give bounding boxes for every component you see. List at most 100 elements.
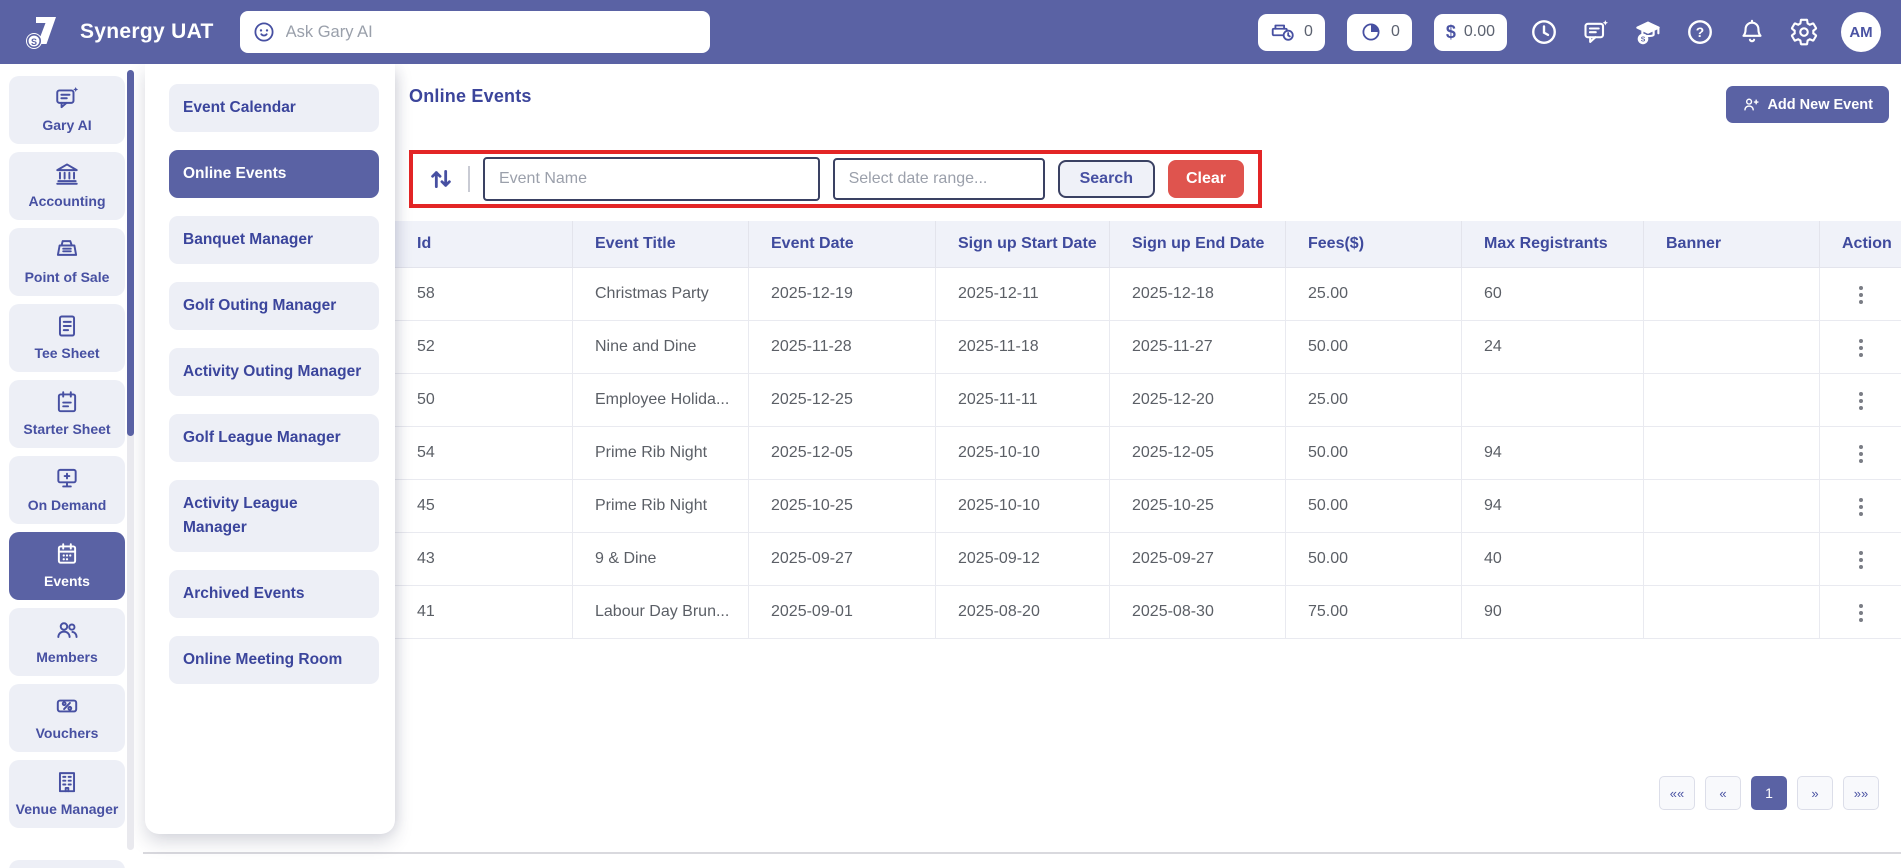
submenu-item[interactable]: Archived Events: [169, 570, 379, 618]
time-count-badge[interactable]: 0: [1347, 14, 1412, 51]
cell-event-date: 2025-09-27: [749, 532, 936, 585]
ask-gary-search[interactable]: [240, 11, 710, 53]
cell-fees: 75.00: [1286, 585, 1462, 638]
cell-signup-end-date: 2025-08-30: [1110, 585, 1286, 638]
clock-icon[interactable]: [1529, 17, 1559, 47]
cell-banner: [1644, 373, 1820, 426]
cell-max-registrants: 40: [1462, 532, 1644, 585]
column-header: Sign up Start Date: [936, 221, 1110, 267]
cell-max-registrants: 94: [1462, 479, 1644, 532]
row-actions-kebab-icon[interactable]: [1853, 439, 1869, 469]
row-actions-kebab-icon[interactable]: [1853, 280, 1869, 310]
column-header: Action: [1820, 221, 1901, 267]
sidebar-item[interactable]: Starter Sheet: [9, 380, 125, 448]
balance-badge[interactable]: $ 0.00: [1434, 14, 1507, 51]
ask-gary-input[interactable]: [286, 23, 698, 42]
pos-count-badge[interactable]: 0: [1258, 14, 1325, 51]
row-actions-kebab-icon[interactable]: [1853, 598, 1869, 628]
event-name-input[interactable]: [483, 157, 820, 201]
sidebar-item[interactable]: Events: [9, 532, 125, 600]
sidebar-item[interactable]: Vouchers: [9, 684, 125, 752]
sidebar-scrollbar-thumb[interactable]: [127, 70, 134, 436]
help-icon[interactable]: ?: [1685, 17, 1715, 47]
learning-icon[interactable]: S: [1633, 17, 1663, 47]
user-avatar[interactable]: AM: [1841, 12, 1881, 52]
cell-signup-start-date: 2025-10-10: [936, 426, 1110, 479]
row-actions-kebab-icon[interactable]: [1853, 492, 1869, 522]
cell-fees: 50.00: [1286, 426, 1462, 479]
submenu-item[interactable]: Golf League Manager: [169, 414, 379, 462]
sidebar-item-label: Gary AI: [42, 116, 91, 134]
cell-signup-end-date: 2025-12-20: [1110, 373, 1286, 426]
cell-id: 41: [395, 585, 573, 638]
pagination-button[interactable]: »»: [1843, 776, 1879, 810]
row-actions-kebab-icon[interactable]: [1853, 545, 1869, 575]
cell-id: 52: [395, 320, 573, 373]
pagination-button[interactable]: ««: [1659, 776, 1695, 810]
pagination-button[interactable]: 1: [1751, 776, 1787, 810]
search-button[interactable]: Search: [1058, 160, 1155, 198]
sidebar-scrollbar[interactable]: [127, 70, 134, 850]
sidebar-item[interactable]: Members: [9, 608, 125, 676]
sidebar-item[interactable]: Venue Manager: [9, 760, 125, 828]
cell-max-registrants: 24: [1462, 320, 1644, 373]
cell-action: [1820, 532, 1901, 585]
pagination: «« « 1 » »»: [1659, 776, 1879, 810]
submenu-item[interactable]: Golf Outing Manager: [169, 282, 379, 330]
cell-event-date: 2025-11-28: [749, 320, 936, 373]
submenu-item[interactable]: Event Calendar: [169, 84, 379, 132]
cell-id: 54: [395, 426, 573, 479]
cell-action: [1820, 267, 1901, 320]
settings-icon[interactable]: [1789, 17, 1819, 47]
row-actions-kebab-icon[interactable]: [1853, 333, 1869, 363]
main-content: Online Events Add New Event Search Clear…: [395, 64, 1901, 868]
sidebar-item[interactable]: Point of Sale: [9, 228, 125, 296]
sidebar-item[interactable]: On Demand: [9, 456, 125, 524]
date-range-input[interactable]: [833, 158, 1045, 200]
balance-value: 0.00: [1464, 23, 1495, 41]
cell-action: [1820, 426, 1901, 479]
table-header-row: IdEvent TitleEvent DateSign up Start Dat…: [395, 221, 1901, 267]
cell-max-registrants: [1462, 373, 1644, 426]
table-row: 52 Nine and Dine 2025-11-28 2025-11-18 2…: [395, 320, 1901, 373]
cell-fees: 50.00: [1286, 479, 1462, 532]
column-header: Event Date: [749, 221, 936, 267]
notifications-icon[interactable]: [1737, 17, 1767, 47]
person-plus-icon: [1742, 96, 1759, 113]
feedback-icon[interactable]: [1581, 17, 1611, 47]
cell-signup-start-date: 2025-10-10: [936, 479, 1110, 532]
cell-signup-start-date: 2025-11-18: [936, 320, 1110, 373]
cell-action: [1820, 320, 1901, 373]
submenu-item[interactable]: Online Meeting Room: [169, 636, 379, 684]
submenu-item[interactable]: Banquet Manager: [169, 216, 379, 264]
sidebar-item[interactable]: Gary AI: [9, 76, 125, 144]
cash-register-icon: [54, 237, 80, 263]
table-row: 54 Prime Rib Night 2025-12-05 2025-10-10…: [395, 426, 1901, 479]
cell-event-date: 2025-12-19: [749, 267, 936, 320]
add-new-event-button[interactable]: Add New Event: [1726, 86, 1889, 123]
cell-signup-end-date: 2025-11-27: [1110, 320, 1286, 373]
swap-vertical-icon[interactable]: [427, 165, 455, 193]
row-actions-kebab-icon[interactable]: [1853, 386, 1869, 416]
time-meter-icon: [1359, 20, 1383, 44]
table-row: 41 Labour Day Brun... 2025-09-01 2025-08…: [395, 585, 1901, 638]
table-row: 43 9 & Dine 2025-09-27 2025-09-12 2025-0…: [395, 532, 1901, 585]
cell-signup-end-date: 2025-09-27: [1110, 532, 1286, 585]
sidebar-item[interactable]: Tee Sheet: [9, 304, 125, 372]
sidebar-item[interactable]: Accounting: [9, 152, 125, 220]
submenu-item[interactable]: Online Events: [169, 150, 379, 198]
submenu-item[interactable]: Activity Outing Manager: [169, 348, 379, 396]
submenu-item[interactable]: Activity League Manager: [169, 480, 379, 552]
pagination-button[interactable]: «: [1705, 776, 1741, 810]
cell-fees: 50.00: [1286, 532, 1462, 585]
cell-event-title: Labour Day Brun...: [573, 585, 749, 638]
monitor-sparkle-icon: [54, 465, 80, 491]
cell-signup-start-date: 2025-11-11: [936, 373, 1110, 426]
sidebar-item-label: Point of Sale: [25, 268, 110, 286]
pagination-button[interactable]: »: [1797, 776, 1833, 810]
cell-fees: 25.00: [1286, 267, 1462, 320]
cell-banner: [1644, 320, 1820, 373]
members-icon: [54, 617, 80, 643]
clear-button[interactable]: Clear: [1168, 160, 1244, 198]
cell-banner: [1644, 585, 1820, 638]
